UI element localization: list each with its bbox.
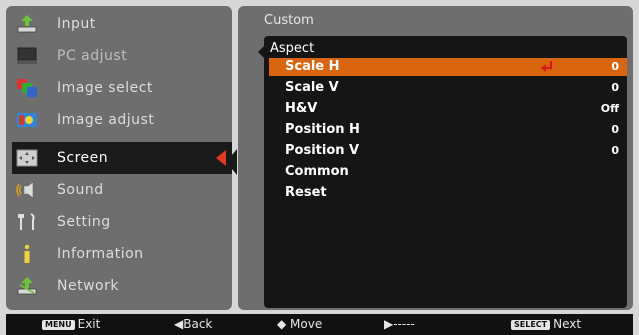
menu-label-network: Network (57, 278, 119, 294)
menu-row-scale-v[interactable]: Scale V 0 (269, 79, 627, 97)
row-label: Scale V (285, 80, 339, 95)
row-label: Scale H (285, 59, 340, 74)
menu-item-sound[interactable]: Sound (6, 174, 232, 206)
pc-adjust-icon (16, 46, 38, 66)
submenu-title: Custom (264, 13, 314, 28)
row-label: Position H (285, 122, 360, 137)
move-hint: ◆ Move (277, 317, 323, 331)
row-value: 0 (611, 123, 619, 136)
image-select-icon (16, 78, 38, 98)
menu-label-screen: Screen (57, 150, 109, 166)
menu-item-setting[interactable]: Setting (6, 206, 232, 238)
menu-label-setting: Setting (57, 214, 111, 230)
select-key-icon: SELECT (511, 320, 551, 330)
menu-item-information[interactable]: Information (6, 238, 232, 270)
osd-frame: Input PC adjust Image select Image adjus… (0, 0, 639, 335)
row-label: Common (285, 164, 349, 179)
back-hint[interactable]: ◀Back (174, 314, 212, 335)
row-value: 0 (611, 60, 619, 73)
active-arrow-icon (216, 150, 226, 166)
menu-label-pc-adjust: PC adjust (57, 48, 128, 64)
menu-item-input[interactable]: Input (6, 8, 232, 40)
menu-key-icon: MENU (42, 320, 75, 330)
input-icon (16, 14, 38, 34)
menu-row-common[interactable]: Common (269, 163, 627, 181)
row-value: Off (600, 102, 619, 115)
sound-icon (16, 180, 38, 200)
information-icon (16, 244, 38, 264)
menu-item-image-adjust[interactable]: Image adjust (6, 104, 232, 136)
menu-label-image-select: Image select (57, 80, 153, 96)
menu-item-network[interactable]: Network (6, 270, 232, 302)
row-label: Position V (285, 143, 360, 158)
row-value: 0 (611, 144, 619, 157)
menu-label-input: Input (57, 16, 96, 32)
next-label: Next (553, 317, 582, 331)
enter-icon (541, 61, 553, 72)
exit-hint[interactable]: MENU Exit (42, 314, 100, 335)
menu-row-hv[interactable]: H&V Off (269, 100, 627, 118)
active-pointer (226, 149, 237, 175)
menu-item-pc-adjust[interactable]: PC adjust (6, 40, 232, 72)
menu-row-scale-h[interactable]: Scale H 0 (269, 58, 627, 76)
submenu-panel: Custom Aspect Scale H 0 Scale V 0 H&V Of… (238, 6, 633, 310)
menu-label-sound: Sound (57, 182, 104, 198)
row-label: Reset (285, 185, 327, 200)
menu-item-image-select[interactable]: Image select (6, 72, 232, 104)
screen-icon (16, 148, 38, 168)
network-icon (16, 276, 38, 296)
image-adjust-icon (16, 110, 38, 130)
setting-icon (16, 212, 38, 232)
row-value: 0 (611, 81, 619, 94)
aspect-section-label: Aspect (270, 41, 315, 56)
main-menu-panel: Input PC adjust Image select Image adjus… (6, 6, 232, 310)
menu-label-information: Information (57, 246, 144, 262)
row-label: H&V (285, 101, 318, 116)
menu-row-position-h[interactable]: Position H 0 (269, 121, 627, 139)
exit-label: Exit (77, 317, 101, 331)
bottom-help-bar: MENU Exit ◀Back ◆ Move ▶----- SELECT Next (6, 314, 633, 335)
aspect-panel: Aspect Scale H 0 Scale V 0 H&V Off Posit… (258, 36, 627, 308)
menu-item-screen[interactable]: Screen (12, 142, 232, 174)
menu-row-reset[interactable]: Reset (269, 184, 627, 202)
menu-row-position-v[interactable]: Position V 0 (269, 142, 627, 160)
aspect-tab-arrow (258, 46, 264, 58)
next-hint[interactable]: SELECT Next (511, 314, 581, 335)
menu-label-image-adjust: Image adjust (57, 112, 155, 128)
next-dash-hint: ▶----- (384, 317, 415, 331)
